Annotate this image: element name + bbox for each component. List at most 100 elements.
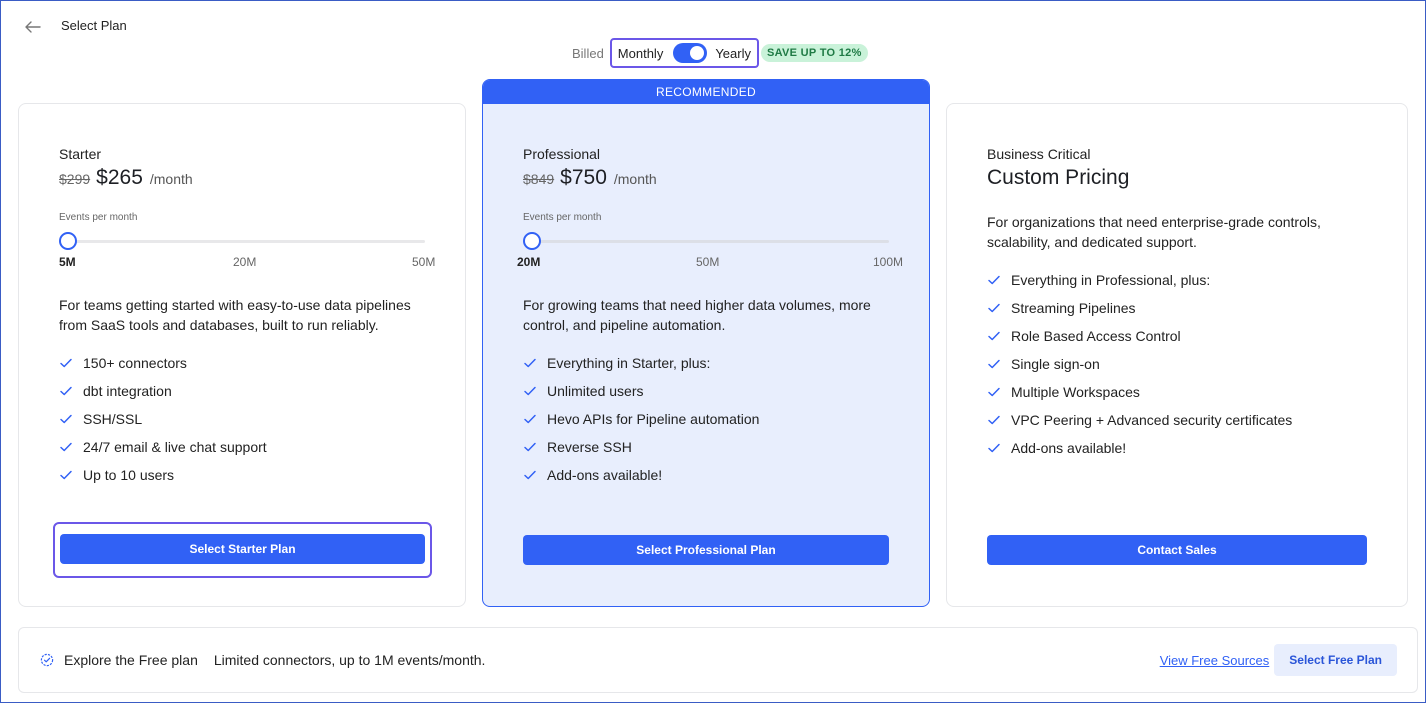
- feature-item: Add-ons available!: [987, 434, 1367, 462]
- monthly-label[interactable]: Monthly: [618, 46, 664, 61]
- slider-tick[interactable]: 5M: [59, 255, 76, 269]
- feature-item: VPC Peering + Advanced security certific…: [987, 406, 1367, 434]
- feature-item: Reverse SSH: [523, 433, 889, 461]
- starter-button-focus-ring: Select Starter Plan: [53, 522, 432, 578]
- free-plan-actions: View Free Sources Select Free Plan: [1160, 644, 1397, 676]
- check-icon: [524, 358, 536, 368]
- contact-sales-wrap: Contact Sales: [987, 535, 1367, 567]
- feature-label: Hevo APIs for Pipeline automation: [547, 411, 760, 427]
- check-icon: [524, 386, 536, 396]
- events-slider[interactable]: [523, 231, 889, 251]
- slider-track: [523, 240, 889, 243]
- plan-card-professional: RECOMMENDED Professional $849 $750 /mont…: [482, 79, 930, 607]
- slider-ticks: 5M 20M 50M: [59, 255, 439, 271]
- old-price: $849: [523, 171, 555, 187]
- plan-card-business-critical: Business Critical Custom Pricing For org…: [946, 103, 1408, 607]
- check-icon: [60, 414, 72, 424]
- events-slider[interactable]: [59, 231, 425, 251]
- gear-badge-icon: [40, 653, 54, 667]
- slider-tick[interactable]: 50M: [412, 255, 435, 269]
- feature-item: 24/7 email & live chat support: [59, 433, 425, 461]
- professional-button-wrap: Select Professional Plan: [523, 535, 889, 567]
- slider-thumb[interactable]: [523, 232, 541, 250]
- check-icon: [988, 275, 1000, 285]
- feature-item: Up to 10 users: [59, 461, 425, 489]
- free-plan-bar: Explore the Free plan Limited connectors…: [18, 627, 1418, 693]
- feature-label: Up to 10 users: [83, 467, 175, 483]
- feature-label: dbt integration: [83, 383, 172, 399]
- feature-item: 150+ connectors: [59, 349, 425, 377]
- feature-item: Unlimited users: [523, 377, 889, 405]
- old-price: $299: [59, 171, 91, 187]
- feature-item: Streaming Pipelines: [987, 294, 1367, 322]
- feature-item: Single sign-on: [987, 350, 1367, 378]
- back-arrow-icon[interactable]: [23, 17, 43, 37]
- slider-ticks: 20M 50M 100M: [517, 255, 907, 271]
- billing-switch[interactable]: [673, 43, 708, 63]
- price-period: /month: [613, 171, 657, 187]
- view-free-sources-link[interactable]: View Free Sources: [1160, 653, 1270, 668]
- check-icon: [524, 470, 536, 480]
- feature-item: Role Based Access Control: [987, 322, 1367, 350]
- feature-label: Multiple Workspaces: [1011, 384, 1140, 400]
- billing-toggle-group: Billed Monthly Yearly SAVE UP TO 12%: [572, 38, 868, 68]
- recommended-banner: RECOMMENDED: [483, 80, 929, 104]
- check-icon: [60, 386, 72, 396]
- feature-item: Everything in Professional, plus:: [987, 266, 1367, 294]
- feature-item: SSH/SSL: [59, 405, 425, 433]
- select-free-plan-button[interactable]: Select Free Plan: [1274, 644, 1397, 676]
- slider-tick[interactable]: 20M: [517, 255, 540, 269]
- feature-label: Add-ons available!: [547, 467, 663, 483]
- check-icon: [988, 359, 1000, 369]
- feature-list: 150+ connectors dbt integration SSH/SSL …: [59, 349, 425, 489]
- feature-item: Add-ons available!: [523, 461, 889, 489]
- feature-label: Everything in Professional, plus:: [1011, 272, 1211, 288]
- events-label: Events per month: [523, 212, 602, 223]
- feature-item: Hevo APIs for Pipeline automation: [523, 405, 889, 433]
- check-icon: [60, 358, 72, 368]
- free-plan-description: Limited connectors, up to 1M events/mont…: [213, 652, 486, 668]
- feature-item: dbt integration: [59, 377, 425, 405]
- slider-tick[interactable]: 50M: [696, 255, 719, 269]
- slider-thumb[interactable]: [59, 232, 77, 250]
- yearly-label[interactable]: Yearly: [715, 46, 751, 61]
- check-icon: [524, 414, 536, 424]
- feature-label: SSH/SSL: [83, 411, 143, 427]
- check-icon: [988, 303, 1000, 313]
- feature-label: 24/7 email & live chat support: [83, 439, 267, 455]
- select-starter-plan-button[interactable]: Select Starter Plan: [60, 534, 425, 564]
- price-row: $299 $265 /month: [59, 166, 425, 190]
- switch-knob: [690, 46, 705, 60]
- check-icon: [988, 415, 1000, 425]
- feature-label: Role Based Access Control: [1011, 328, 1181, 344]
- plan-name: Business Critical: [987, 146, 1091, 162]
- plan-description: For organizations that need enterprise-g…: [987, 214, 1321, 250]
- feature-label: Streaming Pipelines: [1011, 300, 1136, 316]
- feature-label: Everything in Starter, plus:: [547, 355, 711, 371]
- save-badge: SAVE UP TO 12%: [760, 44, 868, 62]
- check-icon: [60, 470, 72, 480]
- custom-pricing: Custom Pricing: [987, 166, 1130, 189]
- check-icon: [988, 387, 1000, 397]
- plan-card-starter: Starter $299 $265 /month Events per mont…: [18, 103, 466, 607]
- plan-description: For growing teams that need higher data …: [523, 297, 871, 333]
- price: $265: [96, 166, 143, 189]
- check-icon: [988, 331, 1000, 341]
- feature-label: 150+ connectors: [83, 355, 187, 371]
- contact-sales-button[interactable]: Contact Sales: [987, 535, 1367, 565]
- billing-toggle[interactable]: Monthly Yearly: [609, 38, 759, 68]
- slider-track: [59, 240, 425, 243]
- check-icon: [988, 443, 1000, 453]
- billed-label: Billed: [572, 45, 604, 61]
- price-period: /month: [149, 171, 193, 187]
- check-icon: [60, 442, 72, 452]
- feature-item: Multiple Workspaces: [987, 378, 1367, 406]
- plan-name: Starter: [59, 146, 102, 162]
- slider-tick[interactable]: 100M: [873, 255, 903, 269]
- feature-label: VPC Peering + Advanced security certific…: [1011, 412, 1293, 428]
- feature-list: Everything in Starter, plus: Unlimited u…: [523, 349, 889, 489]
- check-icon: [524, 442, 536, 452]
- slider-tick[interactable]: 20M: [233, 255, 256, 269]
- plan-name: Professional: [523, 146, 601, 162]
- select-professional-plan-button[interactable]: Select Professional Plan: [523, 535, 889, 565]
